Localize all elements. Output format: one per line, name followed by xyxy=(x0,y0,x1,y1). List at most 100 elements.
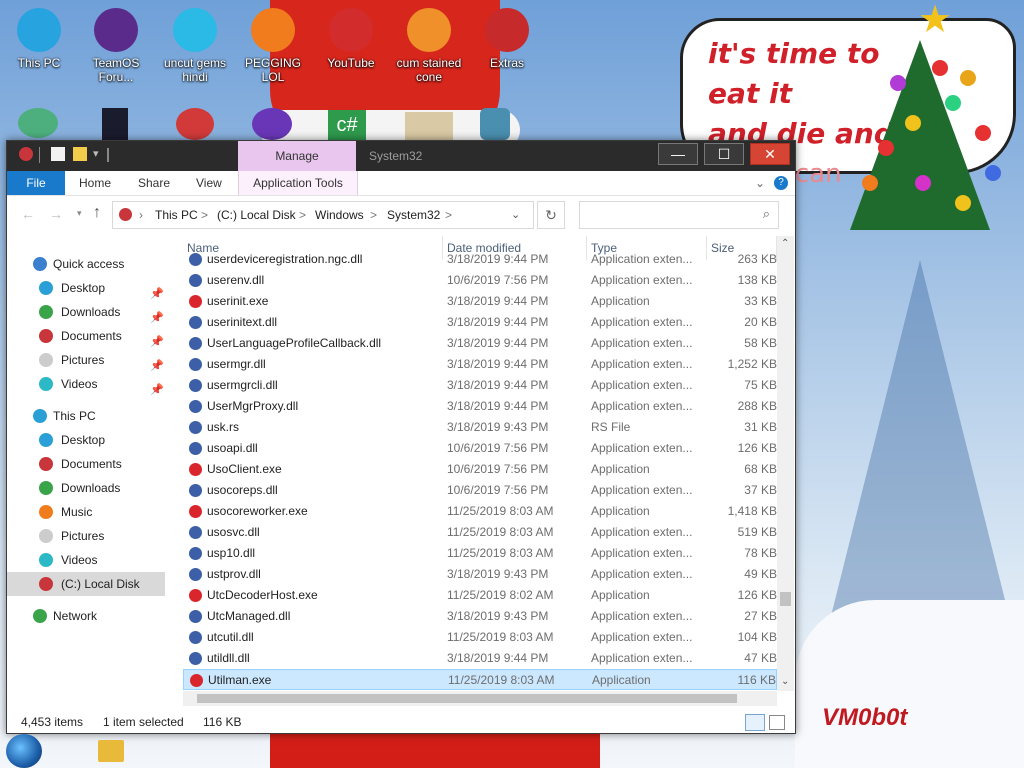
tab-view[interactable]: View xyxy=(196,171,222,195)
close-button[interactable]: ✕ xyxy=(750,143,790,165)
title-bar[interactable]: ▾ Manage System32 — ☐ ✕ xyxy=(7,141,795,171)
breadcrumb-local-disk[interactable]: (C:) Local Disk xyxy=(217,202,296,228)
help-icon[interactable]: ? xyxy=(774,176,788,190)
breadcrumb-this-pc[interactable]: This PC xyxy=(155,202,198,228)
details-view-icon[interactable] xyxy=(745,714,765,731)
forward-arrow-icon[interactable]: → xyxy=(49,206,63,222)
desktop-icon[interactable]: This PC xyxy=(1,8,77,70)
search-icon: ⌕ xyxy=(762,206,770,221)
file-row[interactable]: userinit.exe 3/18/2019 9:44 PM Application… xyxy=(183,291,777,312)
nav-label: Music xyxy=(61,505,93,519)
desktop-icon[interactable]: YouTube xyxy=(313,8,389,70)
manage-tab[interactable]: Manage xyxy=(238,141,356,171)
scroll-down-icon[interactable]: ⌄ xyxy=(781,676,789,687)
recent-locations-icon[interactable]: ▾ xyxy=(77,208,82,219)
file-row[interactable]: usermgr.dll 3/18/2019 9:44 PM Application … xyxy=(183,354,777,375)
hex-editor-icon[interactable] xyxy=(405,112,453,140)
desktop-icon[interactable]: PEGGING LOL xyxy=(235,8,311,84)
breadcrumb-sep-icon[interactable]: > xyxy=(370,202,377,228)
minimize-button[interactable]: — xyxy=(658,143,698,165)
horizontal-scrollbar[interactable] xyxy=(183,691,777,706)
file-type: Application exten... xyxy=(591,399,693,413)
ribbon-expand-icon[interactable]: ⌄ xyxy=(755,171,765,195)
nav-pc-item[interactable]: (C:) Local Disk xyxy=(7,572,165,596)
desktop-icon[interactable]: TeamOS Foru... xyxy=(78,8,154,84)
desktop-icon[interactable]: uncut gems hindi xyxy=(157,8,233,84)
breadcrumb-system32[interactable]: System32 xyxy=(387,202,440,228)
nav-quick-documents[interactable]: Documents 📌 xyxy=(7,324,165,348)
breadcrumb-sep-icon[interactable]: > xyxy=(299,202,306,228)
file-row[interactable]: userinitext.dll 3/18/2019 9:44 PM Applicat… xyxy=(183,312,777,333)
file-row[interactable]: usocoreps.dll 10/6/2019 7:56 PM Applicatio… xyxy=(183,480,777,501)
chevron-down-icon[interactable]: ▾ xyxy=(93,147,99,160)
new-folder-icon[interactable] xyxy=(73,147,87,161)
breadcrumb-sep-icon[interactable]: > xyxy=(445,202,452,228)
file-explorer-taskbar-icon[interactable] xyxy=(98,740,124,762)
dll-file-icon xyxy=(189,421,202,434)
desktop-icon[interactable]: Extras xyxy=(469,8,545,70)
nav-this-pc[interactable]: This PC xyxy=(7,404,165,428)
address-dropdown-icon[interactable]: ⌄ xyxy=(511,202,520,228)
file-row[interactable]: UtcDecoderHost.exe 11/25/2019 8:02 AM Appl… xyxy=(183,585,777,606)
desktop-icon-partial[interactable] xyxy=(252,108,292,140)
file-row[interactable]: ustprov.dll 3/18/2019 9:43 PM Application … xyxy=(183,564,777,585)
file-row[interactable]: UtcManaged.dll 3/18/2019 9:43 PM Applicati… xyxy=(183,606,777,627)
nav-pc-item[interactable]: Desktop xyxy=(7,428,165,452)
desktop-icon-partial[interactable] xyxy=(18,108,58,138)
maximize-button[interactable]: ☐ xyxy=(704,143,744,165)
nav-network[interactable]: Network xyxy=(7,604,165,628)
file-row[interactable]: utildll.dll 3/18/2019 9:44 PM Application … xyxy=(183,648,777,669)
file-type: Application exten... xyxy=(591,546,693,560)
search-input[interactable]: ⌕ xyxy=(579,201,779,229)
large-icons-view-icon[interactable] xyxy=(769,715,785,730)
properties-icon[interactable] xyxy=(51,147,65,161)
pin-icon[interactable]: 📌 xyxy=(150,378,164,402)
file-row[interactable]: usosvc.dll 11/25/2019 8:03 AM Application … xyxy=(183,522,777,543)
nav-pc-item[interactable]: Documents xyxy=(7,452,165,476)
file-row[interactable]: utcutil.dll 11/25/2019 8:03 AM Application… xyxy=(183,627,777,648)
tab-file[interactable]: File xyxy=(7,171,65,195)
app-icon[interactable] xyxy=(19,147,33,161)
csharp-icon[interactable]: c# xyxy=(328,110,366,140)
file-row[interactable]: UsoClient.exe 10/6/2019 7:56 PM Applicatio… xyxy=(183,459,777,480)
file-row[interactable]: userenv.dll 10/6/2019 7:56 PM Application … xyxy=(183,270,777,291)
file-row[interactable]: usoapi.dll 10/6/2019 7:56 PM Application e… xyxy=(183,438,777,459)
horizontal-scroll-thumb[interactable] xyxy=(197,694,737,703)
nav-quick-pictures[interactable]: Pictures 📌 xyxy=(7,348,165,372)
file-row[interactable]: userdeviceregistration.ngc.dll 3/18/2019 … xyxy=(183,249,777,270)
desktop-icon[interactable]: cum stained cone xyxy=(391,8,467,84)
desktop-icon-partial[interactable] xyxy=(102,108,128,140)
breadcrumb-windows[interactable]: Windows xyxy=(315,202,364,228)
file-row[interactable]: usp10.dll 11/25/2019 8:03 AM Application e… xyxy=(183,543,777,564)
breadcrumb-sep-icon[interactable]: › xyxy=(139,202,143,228)
nav-quick-access[interactable]: Quick access xyxy=(7,252,165,276)
nav-quick-videos[interactable]: Videos 📌 xyxy=(7,372,165,396)
tab-share[interactable]: Share xyxy=(138,171,170,195)
back-arrow-icon[interactable]: ← xyxy=(21,206,35,222)
desktop-icon-partial[interactable] xyxy=(176,108,214,140)
file-row[interactable]: Utilman.exe 11/25/2019 8:03 AM Application… xyxy=(183,669,777,690)
file-row[interactable]: UserLanguageProfileCallback.dll 3/18/2019… xyxy=(183,333,777,354)
up-arrow-icon[interactable]: ↑ xyxy=(93,204,101,222)
file-row[interactable]: UserMgrProxy.dll 3/18/2019 9:44 PM Applica… xyxy=(183,396,777,417)
nav-pc-item[interactable]: Music xyxy=(7,500,165,524)
file-row[interactable]: usermgrcli.dll 3/18/2019 9:44 PM Applicati… xyxy=(183,375,777,396)
nav-pc-item[interactable]: Videos xyxy=(7,548,165,572)
tab-application-tools[interactable]: Application Tools xyxy=(238,171,358,195)
nav-quick-downloads[interactable]: Downloads 📌 xyxy=(7,300,165,324)
scroll-thumb[interactable] xyxy=(780,592,791,606)
start-button[interactable] xyxy=(6,734,42,768)
desktop-icon-partial[interactable] xyxy=(480,108,510,140)
file-row[interactable]: usocoreworker.exe 11/25/2019 8:03 AM Appli… xyxy=(183,501,777,522)
address-bar[interactable]: › This PC > (C:) Local Disk > Windows > … xyxy=(112,201,534,229)
nav-pc-item[interactable]: Downloads xyxy=(7,476,165,500)
vertical-scrollbar[interactable]: ⌃ ⌄ xyxy=(777,236,794,691)
scroll-up-icon[interactable]: ⌃ xyxy=(781,238,789,249)
refresh-icon[interactable]: ↻ xyxy=(537,201,565,229)
breadcrumb-sep-icon[interactable]: > xyxy=(201,202,208,228)
file-size: 49 KB xyxy=(744,567,777,581)
nav-pc-item[interactable]: Pictures xyxy=(7,524,165,548)
nav-quick-desktop[interactable]: Desktop 📌 xyxy=(7,276,165,300)
tab-home[interactable]: Home xyxy=(79,171,111,195)
file-row[interactable]: usk.rs 3/18/2019 9:43 PM RS File 31 KB xyxy=(183,417,777,438)
